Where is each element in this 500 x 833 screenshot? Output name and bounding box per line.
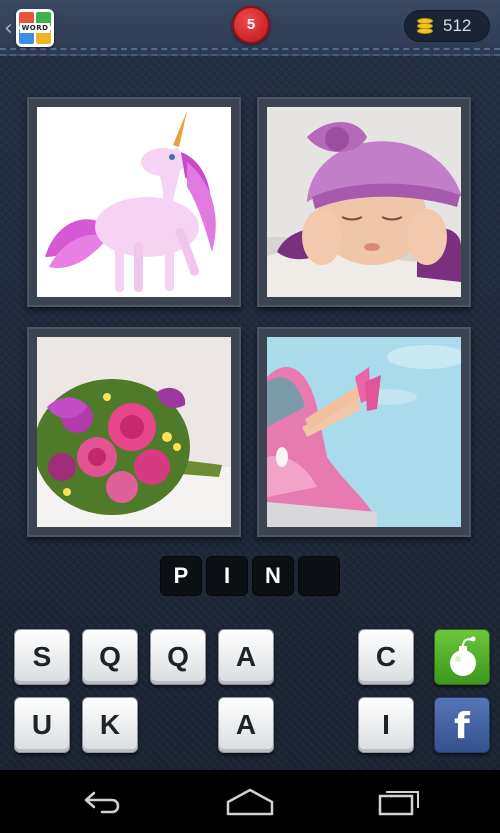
nav-home-button[interactable] [220, 782, 280, 822]
answer-slot-1[interactable]: P [160, 556, 202, 596]
level-badge: 5 [232, 6, 270, 44]
home-icon [226, 788, 274, 816]
letter-key[interactable]: S [14, 629, 70, 685]
stitch-divider [0, 48, 500, 50]
picture-2[interactable] [257, 97, 471, 307]
coins-counter[interactable]: 512 [404, 10, 490, 42]
letter-key[interactable]: K [82, 697, 138, 753]
android-nav-bar [0, 770, 500, 833]
letter-key[interactable]: C [358, 629, 414, 685]
bomb-hint-button[interactable] [434, 629, 490, 685]
letter-key[interactable]: A [218, 629, 274, 685]
coins-value: 512 [443, 16, 472, 35]
picture-1[interactable] [27, 97, 241, 307]
picture-4[interactable] [257, 327, 471, 537]
nav-recent-apps-button[interactable] [368, 782, 428, 822]
letter-key[interactable]: Q [82, 629, 138, 685]
pink-rose-bouquet-image [37, 337, 231, 527]
answer-slot-2[interactable]: I [206, 556, 248, 596]
sleeping-baby-pink-hat-image [267, 107, 461, 297]
top-bar: ‹ WORD 5 512 [0, 0, 500, 56]
picture-3[interactable] [27, 327, 241, 537]
letter-key[interactable]: Q [150, 629, 206, 685]
recent-apps-icon [378, 791, 419, 816]
answer-slot-4[interactable] [298, 556, 340, 596]
back-chevron-icon: ‹ [4, 15, 13, 41]
pink-unicorn-image [37, 107, 231, 297]
letter-key[interactable]: I [358, 697, 414, 753]
facebook-icon: f [454, 706, 470, 747]
facebook-button[interactable]: f [434, 697, 490, 753]
nav-back-button[interactable] [72, 782, 132, 822]
letter-key[interactable]: A [218, 697, 274, 753]
back-icon [84, 791, 120, 814]
game-logo-icon: WORD [16, 9, 54, 47]
logo-word-text: WORD [20, 23, 50, 33]
coin-stack-icon [415, 16, 435, 36]
pink-car-feet-image [267, 337, 461, 527]
back-button[interactable]: ‹ WORD [4, 8, 60, 48]
bomb-hint-icon [450, 636, 476, 676]
answer-slots: P I N [160, 556, 340, 596]
answer-slot-3[interactable]: N [252, 556, 294, 596]
letter-key[interactable]: U [14, 697, 70, 753]
